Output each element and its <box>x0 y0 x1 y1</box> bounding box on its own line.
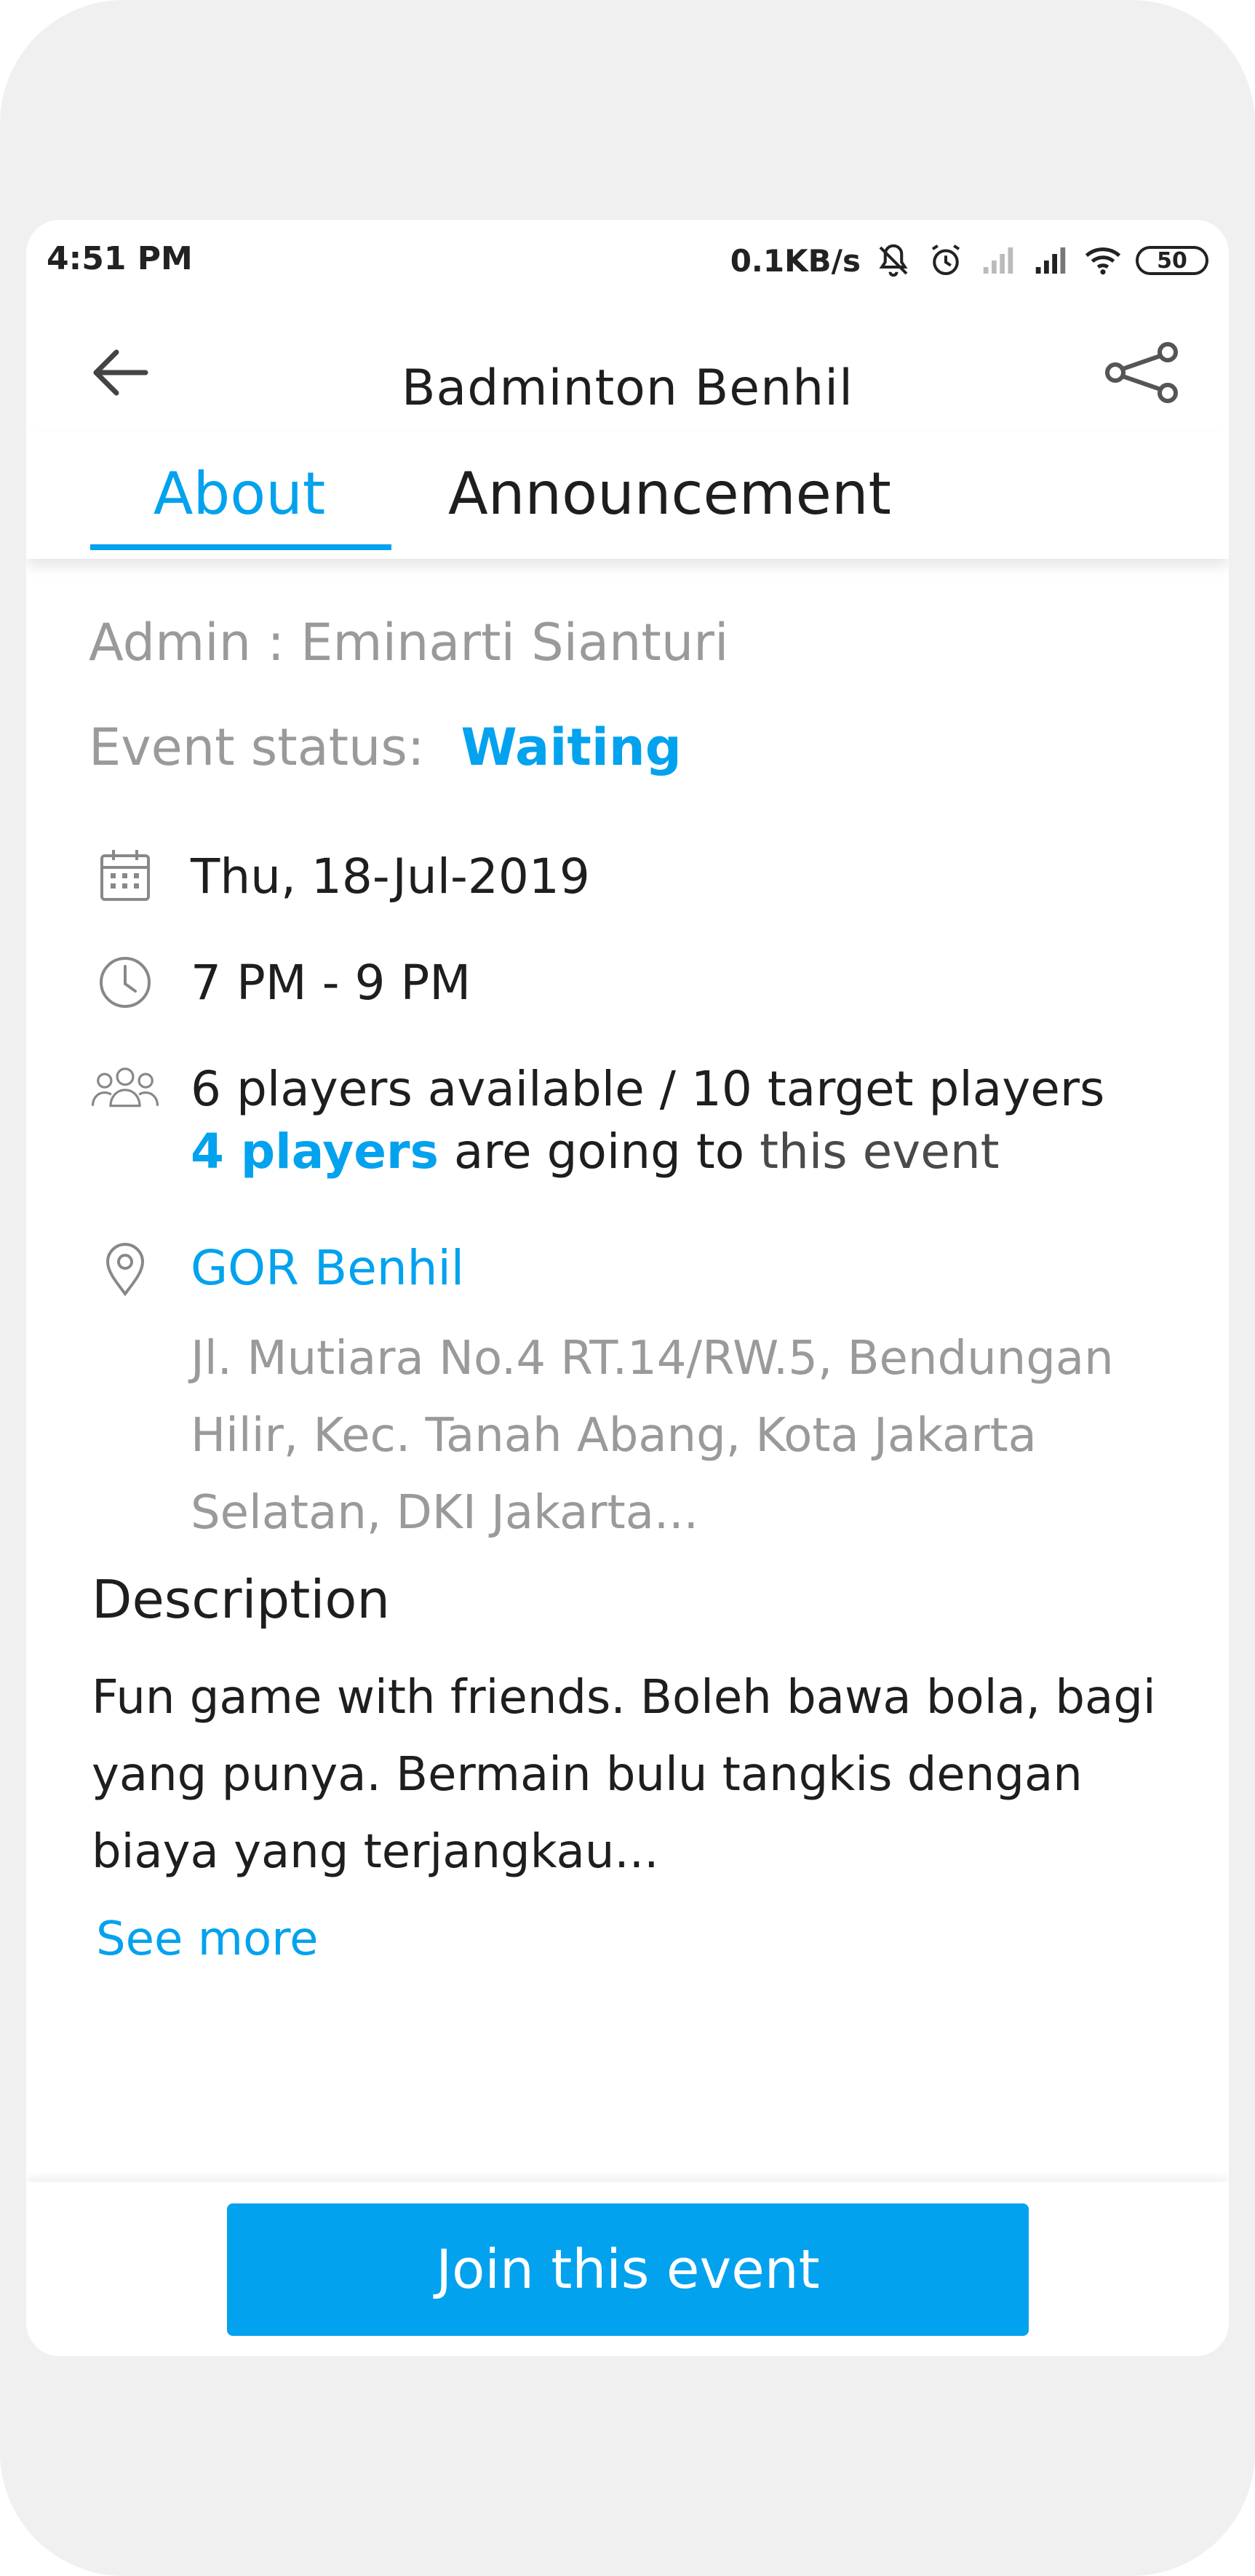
venue-address: Jl. Mutiara No.4 RT.14/RW.5, Bendungan H… <box>191 1332 1114 1540</box>
share-button[interactable] <box>1098 336 1185 409</box>
event-date-row: Thu, 18-Jul-2019 <box>89 840 590 913</box>
wifi-icon <box>1085 247 1121 275</box>
calendar-icon <box>89 840 162 913</box>
active-tab-indicator <box>90 544 391 550</box>
network-speed: 0.1KB/s <box>730 242 861 279</box>
event-status-label: Event status: <box>89 717 425 777</box>
event-players-row: 6 players available / 10 target players <box>89 1052 1104 1125</box>
location-pin-icon <box>89 1231 162 1304</box>
event-time: 7 PM - 9 PM <box>191 954 471 1011</box>
event-admin: Admin : Eminarti Sianturi <box>89 613 729 672</box>
battery-level: 50 <box>1157 247 1187 274</box>
app-screen: 4:51 PM 0.1KB/s 50 Badminton Benhil Abou… <box>26 220 1229 2356</box>
players-going: 4 players are going to this event <box>191 1124 1000 1180</box>
group-icon <box>89 1052 162 1125</box>
bottom-action-bar: Join this event <box>26 2182 1229 2356</box>
see-more-link[interactable]: See more <box>96 1912 319 1966</box>
battery-icon: 50 <box>1136 246 1208 275</box>
players-going-suffix: this event <box>744 1124 1000 1180</box>
status-badge: Waiting <box>461 717 682 777</box>
page-title: Badminton Benhil <box>401 359 854 417</box>
tab-bar: About Announcement <box>26 431 1229 559</box>
players-availability: 6 players available / 10 target players <box>191 1060 1105 1117</box>
event-date: Thu, 18-Jul-2019 <box>191 848 590 905</box>
description-body: Fun game with friends. Boleh bawa bola, … <box>92 1671 1156 1879</box>
alarm-icon <box>931 245 960 276</box>
players-going-count[interactable]: 4 players <box>191 1124 439 1180</box>
tab-announcement[interactable]: Announcement <box>448 460 891 540</box>
venue-name[interactable]: GOR Benhil <box>191 1240 464 1296</box>
phone-frame: 4:51 PM 0.1KB/s 50 Badminton Benhil Abou… <box>0 0 1255 2576</box>
signal-weak-icon <box>983 247 1013 274</box>
clock-icon <box>89 946 162 1019</box>
bell-off-icon <box>879 244 908 277</box>
description-title: Description <box>92 1569 391 1630</box>
signal-icon <box>1035 247 1066 274</box>
event-time-row: 7 PM - 9 PM <box>89 946 471 1019</box>
players-going-text: are going to <box>438 1124 745 1180</box>
share-icon <box>1105 342 1178 403</box>
status-time: 4:51 PM <box>47 240 193 277</box>
app-bar: Badminton Benhil <box>26 307 1229 431</box>
venue-row: GOR Benhil <box>89 1231 464 1304</box>
event-status: Event status: Waiting <box>89 717 682 777</box>
about-content: Admin : Eminarti Sianturi Event status: W… <box>26 559 1229 2014</box>
join-event-button[interactable]: Join this event <box>227 2203 1029 2336</box>
status-bar: 4:51 PM 0.1KB/s 50 <box>26 220 1229 307</box>
tab-about[interactable]: About <box>90 460 389 540</box>
status-icons: 0.1KB/s 50 <box>730 239 1208 282</box>
